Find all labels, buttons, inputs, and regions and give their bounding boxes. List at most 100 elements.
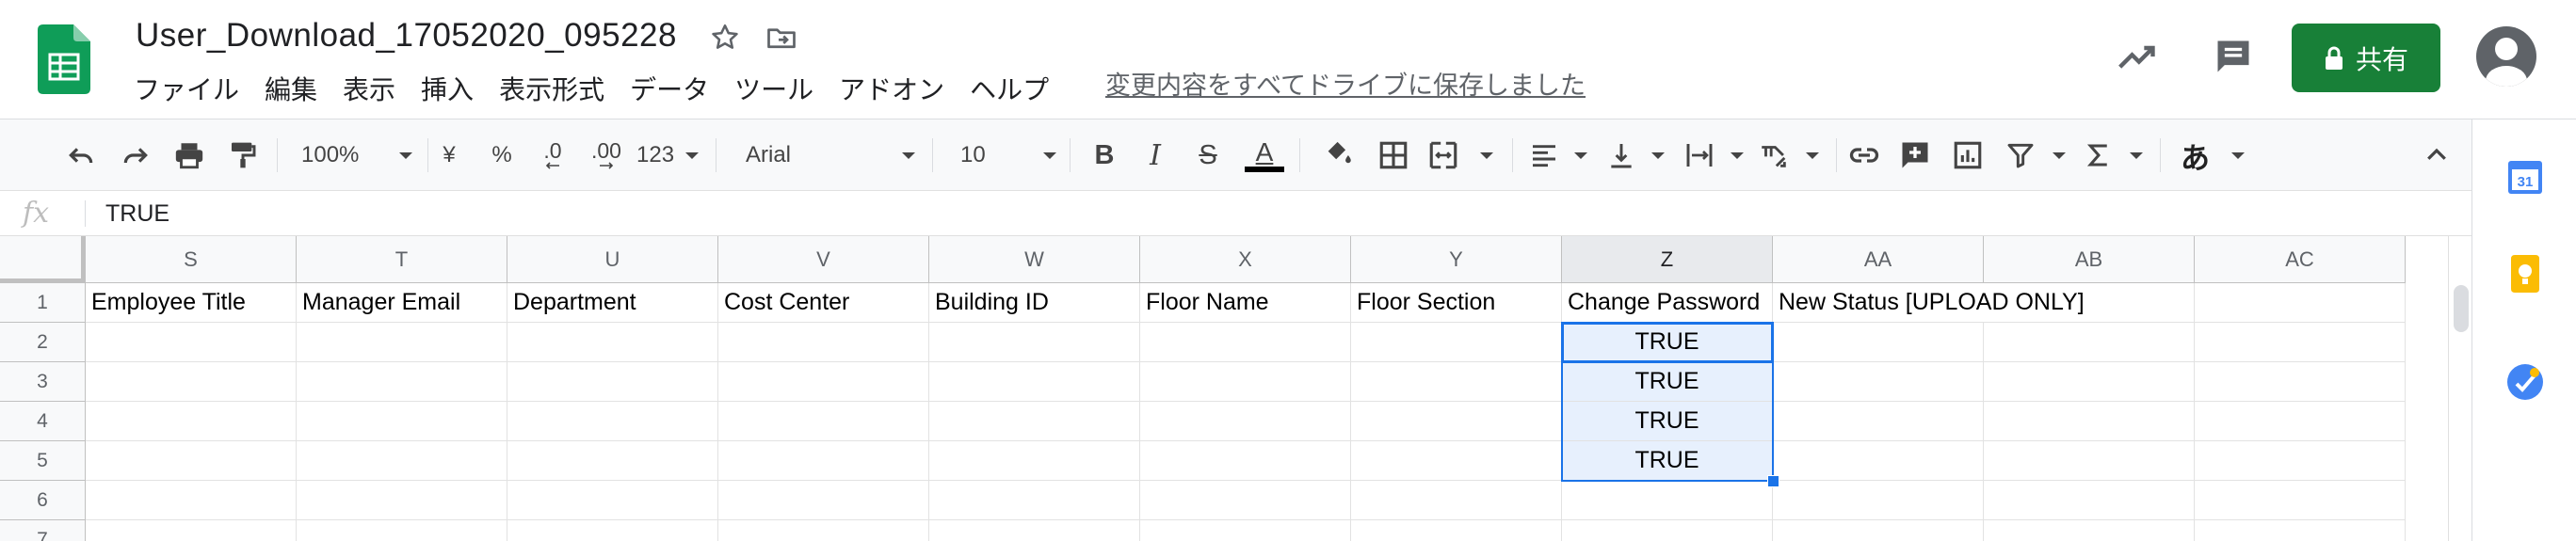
fill-handle[interactable] [1767, 475, 1779, 487]
formula-input[interactable]: TRUE [105, 200, 169, 228]
cell-Z2[interactable]: TRUE [1562, 323, 1773, 362]
cell-T4[interactable] [297, 402, 507, 441]
menu-view[interactable]: 表示 [343, 72, 395, 109]
cell-S4[interactable] [86, 402, 297, 441]
account-avatar-icon[interactable] [2476, 26, 2536, 87]
cell-AC1[interactable] [2195, 283, 2406, 323]
menu-edit[interactable]: 編集 [265, 72, 317, 109]
cell-X7[interactable] [1140, 520, 1351, 541]
row-header-7[interactable]: 7 [0, 520, 86, 541]
column-header-S[interactable]: S [86, 236, 297, 283]
cell-T3[interactable] [297, 362, 507, 402]
cell-Z1[interactable]: Change Password [1562, 283, 1773, 323]
italic-button[interactable]: I [1139, 136, 1171, 174]
menu-help[interactable]: ヘルプ [970, 72, 1049, 109]
column-header-AB[interactable]: AB [1984, 236, 2195, 283]
cell-T7[interactable] [297, 520, 507, 541]
cell-X5[interactable] [1140, 441, 1351, 481]
cell-S5[interactable] [86, 441, 297, 481]
currency-format-button[interactable]: ¥ [435, 136, 463, 174]
cell-Z3[interactable]: TRUE [1562, 362, 1773, 402]
row-header-3[interactable]: 3 [0, 362, 86, 402]
insert-link-icon[interactable] [1845, 136, 1883, 174]
cell-X2[interactable] [1140, 323, 1351, 362]
redo-icon[interactable] [117, 136, 154, 174]
menu-file[interactable]: ファイル [134, 72, 239, 109]
cell-Y3[interactable] [1351, 362, 1562, 402]
text-color-button[interactable]: A [1245, 136, 1284, 174]
cell-U2[interactable] [507, 323, 718, 362]
cell-U7[interactable] [507, 520, 718, 541]
vertical-align-button[interactable] [1606, 136, 1665, 174]
cell-W5[interactable] [929, 441, 1140, 481]
insert-comment-icon[interactable] [1896, 136, 1934, 174]
cell-AB5[interactable] [1984, 441, 2195, 481]
cell-X3[interactable] [1140, 362, 1351, 402]
cell-V4[interactable] [718, 402, 929, 441]
cell-AC3[interactable] [2195, 362, 2406, 402]
cell-W2[interactable] [929, 323, 1140, 362]
cell-W1[interactable]: Building ID [929, 283, 1140, 323]
cell-AC7[interactable] [2195, 520, 2406, 541]
merge-cells-button[interactable] [1427, 136, 1493, 174]
cell-S6[interactable] [86, 481, 297, 520]
select-all-corner[interactable] [0, 236, 86, 283]
cell-AB6[interactable] [1984, 481, 2195, 520]
trending-up-icon[interactable] [2117, 38, 2158, 84]
cell-S3[interactable] [86, 362, 297, 402]
cell-AA1[interactable]: New Status [UPLOAD ONLY] [1773, 283, 2085, 323]
cell-W3[interactable] [929, 362, 1140, 402]
font-size-select[interactable]: 10 [947, 136, 1056, 174]
column-header-AC[interactable]: AC [2195, 236, 2406, 283]
bold-button[interactable]: B [1088, 136, 1120, 174]
undo-icon[interactable] [62, 136, 100, 174]
cell-U1[interactable]: Department [507, 283, 718, 323]
cell-U3[interactable] [507, 362, 718, 402]
column-header-W[interactable]: W [929, 236, 1140, 283]
cell-V7[interactable] [718, 520, 929, 541]
comment-icon[interactable] [2213, 36, 2254, 82]
calendar-icon[interactable]: 31 [2507, 157, 2543, 199]
cell-Z6[interactable] [1562, 481, 1773, 520]
borders-icon[interactable] [1375, 136, 1412, 174]
cell-AA5[interactable] [1773, 441, 1984, 481]
functions-button[interactable] [2085, 136, 2143, 174]
text-wrapping-button[interactable] [1683, 136, 1744, 174]
column-header-V[interactable]: V [718, 236, 929, 283]
keep-icon[interactable] [2508, 255, 2542, 297]
move-to-folder-icon[interactable] [765, 21, 798, 55]
cell-X1[interactable]: Floor Name [1140, 283, 1351, 323]
cell-AC2[interactable] [2195, 323, 2406, 362]
zoom-select[interactable]: 100% [290, 136, 412, 174]
font-family-select[interactable]: Arial [731, 136, 915, 174]
cell-AB3[interactable] [1984, 362, 2195, 402]
menu-addons[interactable]: アドオン [839, 72, 944, 109]
percent-format-button[interactable]: % [488, 136, 516, 174]
cell-Z7[interactable] [1562, 520, 1773, 541]
tasks-icon[interactable] [2506, 363, 2544, 406]
save-status-link[interactable]: 変更内容をすべてドライブに保存しました [1105, 68, 1586, 105]
cell-W7[interactable] [929, 520, 1140, 541]
cell-Y5[interactable] [1351, 441, 1562, 481]
cell-AB4[interactable] [1984, 402, 2195, 441]
increase-decimal-button[interactable]: .00 [585, 136, 628, 174]
cell-U6[interactable] [507, 481, 718, 520]
column-header-U[interactable]: U [507, 236, 718, 283]
horizontal-align-button[interactable] [1529, 136, 1587, 174]
menu-format[interactable]: 表示形式 [499, 72, 604, 109]
cell-AA7[interactable] [1773, 520, 1984, 541]
column-header-X[interactable]: X [1140, 236, 1351, 283]
cell-AC4[interactable] [2195, 402, 2406, 441]
cell-Z5[interactable]: TRUE [1562, 441, 1773, 481]
cell-Z4[interactable]: TRUE [1562, 402, 1773, 441]
cell-AB7[interactable] [1984, 520, 2195, 541]
column-header-Z[interactable]: Z [1562, 236, 1773, 283]
insert-chart-icon[interactable] [1949, 136, 1987, 174]
cell-AC5[interactable] [2195, 441, 2406, 481]
scrollbar-thumb[interactable] [2454, 285, 2469, 332]
paint-format-icon[interactable] [224, 136, 262, 174]
cell-X6[interactable] [1140, 481, 1351, 520]
cell-W4[interactable] [929, 402, 1140, 441]
input-tools-button[interactable]: あ [2181, 136, 2245, 176]
column-header-Y[interactable]: Y [1351, 236, 1562, 283]
